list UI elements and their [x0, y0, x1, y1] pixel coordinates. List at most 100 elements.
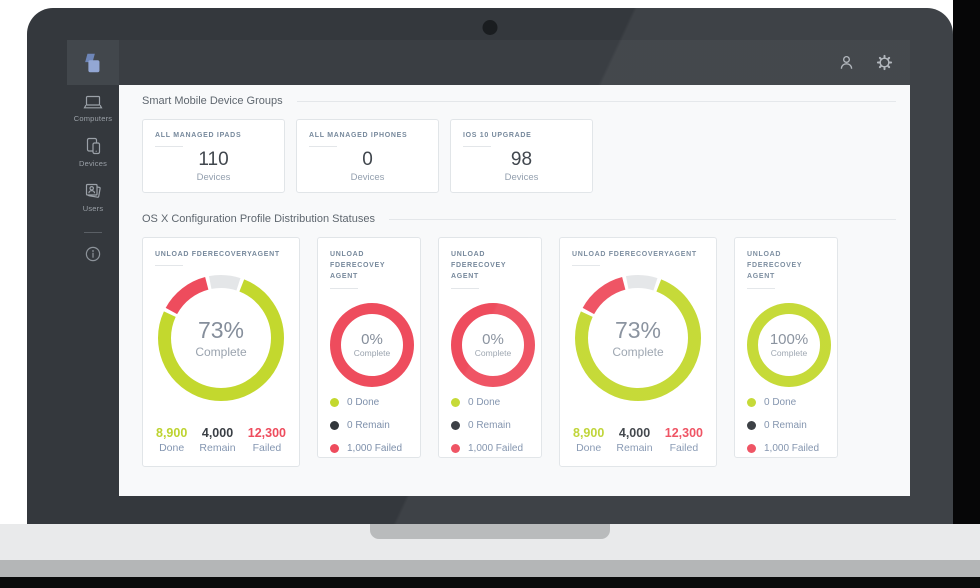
donut-center-label: 0%Complete	[330, 303, 414, 387]
legend-dot	[330, 421, 339, 430]
legend-item: 0 Done	[330, 397, 408, 408]
legend-item: 1,000 Failed	[451, 443, 529, 454]
legend-dot	[330, 398, 339, 407]
stat-done: 8,900Done	[573, 426, 604, 454]
legend-text: 0 Remain	[347, 420, 390, 431]
legend-text: 1,000 Failed	[764, 443, 819, 454]
sidebar-nav: Computers Devices	[67, 85, 119, 496]
sidebar-info-button[interactable]	[84, 245, 102, 263]
legend-dot	[330, 444, 339, 453]
legend-item: 1,000 Failed	[330, 443, 408, 454]
legend-text: 1,000 Failed	[347, 443, 402, 454]
device-group-label: ALL MANAGED IPADS	[155, 130, 272, 141]
device-group-card[interactable]: IOS 10 UPGRADE98Devices	[450, 119, 593, 193]
settings-button[interactable]	[874, 53, 894, 73]
label-underline	[463, 146, 491, 147]
section-title: OS X Configuration Profile Distribution …	[142, 213, 375, 225]
profile-status-card[interactable]: UNLOAD FDERECOVERYAGENT 73%Complete 8,900D…	[559, 237, 717, 467]
label-underline	[451, 288, 479, 289]
device-count-unit: Devices	[309, 172, 426, 183]
label-underline	[747, 288, 775, 289]
profile-status-title: UNLOAD FDERECOVERYAGENT	[572, 249, 704, 260]
donut-chart: 0%Complete	[330, 303, 414, 387]
stat-label: Failed	[665, 442, 703, 454]
status-legend: 0 Done 0 Remain 1,000 Failed	[451, 397, 529, 466]
section-device-groups-header: Smart Mobile Device Groups	[142, 95, 896, 107]
laptop-base-notch	[370, 524, 610, 539]
section-rule	[297, 101, 896, 102]
stat-label: Remain	[616, 442, 652, 454]
donut-percent: 73%	[198, 317, 244, 344]
donut-center-label: 0%Complete	[451, 303, 535, 387]
stat-failed: 12,300 Failed	[665, 426, 703, 454]
gear-icon	[876, 54, 893, 71]
topbar-actions	[836, 53, 910, 73]
legend-dot	[747, 444, 756, 453]
sidebar-item-computers[interactable]: Computers	[74, 94, 112, 123]
label-underline	[155, 146, 183, 147]
stat-failed: 12,300 Failed	[248, 426, 286, 454]
device-count-unit: Devices	[463, 172, 580, 183]
profile-status-cards: UNLOAD FDERECOVERYAGENT73%Complete8,900D…	[142, 237, 896, 467]
app-logo-button[interactable]	[67, 40, 119, 85]
laptop-base-edge	[0, 560, 980, 577]
legend-text: 0 Remain	[468, 420, 511, 431]
stat-value: 4,000	[199, 426, 235, 440]
status-stats: 8,900Done 4,000 Remain 12,300 Failed	[572, 426, 704, 455]
device-group-card[interactable]: ALL MANAGED IPADS110Devices	[142, 119, 285, 193]
legend-item: 0 Remain	[747, 420, 825, 431]
donut-percent: 73%	[615, 317, 661, 344]
section-rule	[389, 219, 896, 220]
donut-percent: 0%	[482, 331, 504, 348]
profile-status-title: UNLOAD FDERECOVEY AGENT	[451, 249, 529, 283]
legend-dot	[451, 444, 460, 453]
profile-status-title: UNLOAD FDERECOVEY AGENT	[747, 249, 825, 283]
donut-percent-caption: Complete	[195, 345, 246, 359]
profile-status-title: UNLOAD FDERECOVERYAGENT	[155, 249, 287, 260]
status-legend: 0 Done0 Remain1,000 Failed	[747, 397, 825, 466]
legend-dot	[451, 421, 460, 430]
device-count-unit: Devices	[155, 172, 272, 183]
donut-chart: 100%Complete	[747, 303, 831, 387]
donut-center-label: 100%Complete	[747, 303, 831, 387]
sidebar-item-users[interactable]: Users	[83, 181, 104, 213]
sidebar-item-label: Devices	[79, 159, 107, 168]
profile-status-card[interactable]: UNLOAD FDERECOVEY AGENT 0%Complete 0 Done 0…	[317, 237, 421, 458]
mobile-devices-icon	[83, 136, 103, 156]
section-profile-statuses-header: OS X Configuration Profile Distribution …	[142, 213, 896, 225]
stat-value: 4,000	[616, 426, 652, 440]
stat-value: 12,300	[248, 426, 286, 440]
info-icon	[84, 245, 102, 263]
device-group-cards: ALL MANAGED IPADS110DevicesALL MANAGED I…	[142, 119, 896, 193]
profile-status-card[interactable]: UNLOAD FDERECOVERYAGENT 73%Complete 8,900D…	[142, 237, 300, 467]
laptop-base-shadow	[0, 577, 980, 588]
donut-center-label: 73%Complete	[575, 275, 701, 401]
donut-percent: 100%	[770, 331, 808, 348]
section-title: Smart Mobile Device Groups	[142, 95, 283, 107]
profile-status-title: UNLOAD FDERECOVEY AGENT	[330, 249, 408, 283]
profile-status-card[interactable]: UNLOAD FDERECOVEY AGENT100%Complete0 Don…	[734, 237, 838, 458]
users-badge-icon	[83, 181, 103, 201]
donut-chart: 0%Complete	[451, 303, 535, 387]
profile-status-card[interactable]: UNLOAD FDERECOVEY AGENT 0%Complete 0 Done 0…	[438, 237, 542, 458]
legend-dot	[451, 398, 460, 407]
device-group-label: ALL MANAGED IPHONES	[309, 130, 426, 141]
legend-text: 1,000 Failed	[468, 443, 523, 454]
device-group-card[interactable]: ALL MANAGED IPHONES0Devices	[296, 119, 439, 193]
app-topbar	[67, 40, 910, 85]
laptop-screen: Computers Devices	[27, 8, 953, 524]
stat-done: 8,900Done	[156, 426, 187, 454]
stat-value: 12,300	[665, 426, 703, 440]
label-underline	[309, 146, 337, 147]
device-group-label: IOS 10 UPGRADE	[463, 130, 580, 141]
stat-label: Failed	[248, 442, 286, 454]
legend-text: 0 Done	[468, 397, 500, 408]
legend-dot	[747, 398, 756, 407]
stat-label: Done	[156, 442, 187, 454]
user-account-button[interactable]	[836, 53, 856, 73]
sidebar-item-label: Computers	[74, 114, 112, 123]
label-underline	[330, 288, 358, 289]
donut-chart: 73%Complete	[158, 275, 284, 401]
sidebar-item-devices[interactable]: Devices	[79, 136, 107, 168]
donut-percent: 0%	[361, 331, 383, 348]
